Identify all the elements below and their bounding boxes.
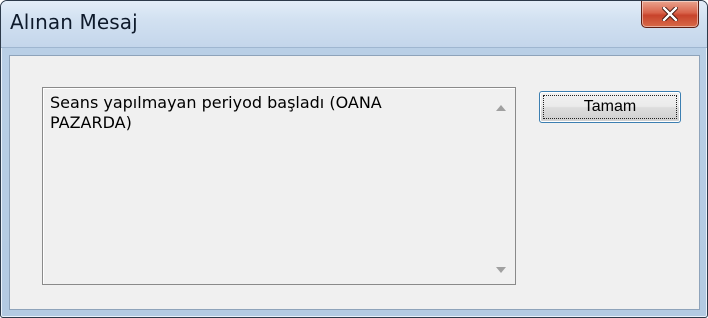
close-icon	[662, 7, 678, 21]
scroll-up-button[interactable]	[487, 94, 515, 116]
message-text: Seans yapılmayan periyod başladı (OANA P…	[50, 93, 382, 132]
message-dialog: Alınan Mesaj Seans yapılmayan periyod ba…	[0, 0, 708, 318]
scroll-down-button[interactable]	[487, 256, 515, 278]
ok-button-label: Tamam	[543, 95, 677, 119]
scroll-up-arrow-icon	[496, 96, 506, 115]
message-textbox[interactable]: Seans yapılmayan periyod başladı (OANA P…	[42, 87, 516, 285]
title-bar[interactable]: Alınan Mesaj	[1, 1, 707, 48]
scroll-down-arrow-icon	[496, 258, 506, 277]
window-title: Alınan Mesaj	[10, 10, 138, 34]
ok-button[interactable]: Tamam	[539, 91, 681, 123]
vertical-scrollbar[interactable]	[487, 88, 515, 284]
close-button[interactable]	[641, 1, 699, 28]
dialog-body: Seans yapılmayan periyod başladı (OANA P…	[9, 55, 700, 310]
